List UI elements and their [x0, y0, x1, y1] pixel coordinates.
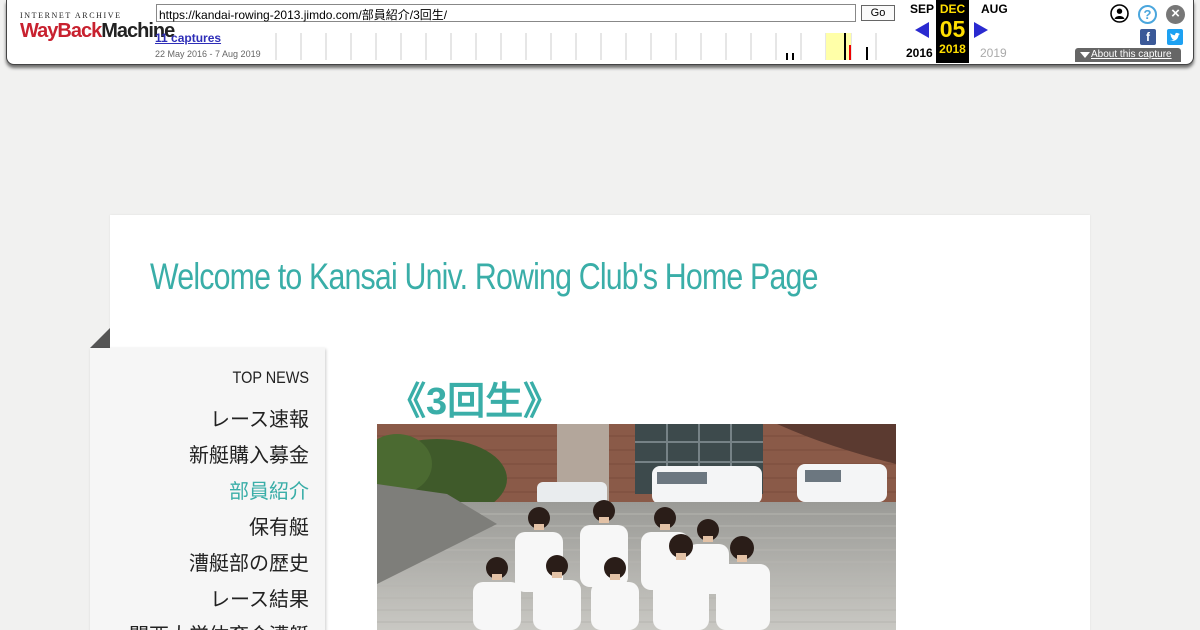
current-year: 2018: [939, 42, 966, 56]
twitter-share-icon[interactable]: [1167, 29, 1183, 45]
capture-sparkline[interactable]: [270, 31, 895, 60]
about-this-capture-button[interactable]: About this capture: [1075, 48, 1181, 62]
current-month: DEC: [939, 2, 966, 16]
help-icon[interactable]: ?: [1138, 5, 1157, 24]
logo-internet-archive-text: INTERNET ARCHIVE: [20, 11, 122, 20]
current-day: 05: [939, 16, 966, 42]
nav-item-race-results[interactable]: レース結果: [210, 583, 309, 612]
logo-wayback-machine-text: WayBackMachine: [20, 20, 175, 42]
next-month-label[interactable]: AUG: [981, 2, 1008, 16]
prev-capture-arrow-icon[interactable]: [915, 22, 929, 38]
page-heading: 《3回生》: [388, 381, 562, 423]
nav-item-race-report[interactable]: レース速報: [210, 403, 309, 432]
site-title[interactable]: Welcome to Kansai Univ. Rowing Club's Ho…: [150, 256, 818, 298]
team-photo: [377, 424, 896, 630]
nav-item-top-news[interactable]: TOP NEWS: [232, 368, 309, 388]
close-icon[interactable]: ×: [1166, 5, 1185, 24]
nav-item-owned-boats[interactable]: 保有艇: [249, 511, 309, 540]
nav-item-member-introduction[interactable]: 部員紹介: [229, 475, 309, 504]
nav-fold-corner: [90, 328, 110, 348]
user-account-icon[interactable]: [1110, 4, 1129, 23]
wayback-logo[interactable]: INTERNET ARCHIVE WayBackMachine: [20, 11, 175, 47]
current-capture-date: DEC 05 2018: [936, 0, 969, 63]
wayback-go-button[interactable]: Go: [861, 5, 895, 21]
sidebar-nav: TOP NEWS レース速報 新艇購入募金 部員紹介 保有艇 漕艇部の歴史 レー…: [90, 348, 325, 630]
prev-month-label[interactable]: SEP: [910, 2, 934, 16]
next-year-label[interactable]: 2019: [980, 46, 1007, 60]
captures-link[interactable]: 11 captures: [155, 31, 221, 45]
nav-item-kansai-university-athletics[interactable]: 関西大学体育会漕艇: [129, 619, 309, 630]
captures-date-range: 22 May 2016 - 7 Aug 2019: [155, 49, 261, 59]
next-capture-arrow-icon[interactable]: [974, 22, 988, 38]
facebook-share-icon[interactable]: f: [1140, 29, 1156, 45]
nav-item-club-history[interactable]: 漕艇部の歴史: [189, 547, 309, 576]
prev-year-label[interactable]: 2016: [906, 46, 933, 60]
wayback-url-input[interactable]: https://kandai-rowing-2013.jimdo.com/部員紹…: [156, 4, 856, 22]
nav-item-new-boat-fundraising[interactable]: 新艇購入募金: [189, 439, 309, 468]
